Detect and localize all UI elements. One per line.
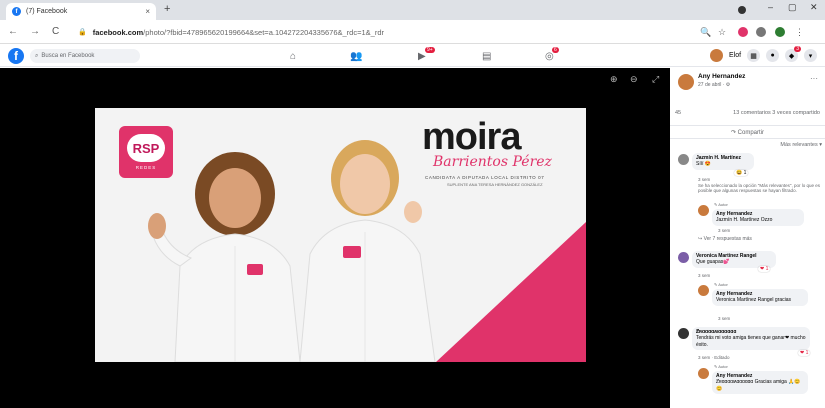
profile-avatar-icon[interactable] [775,27,785,37]
zoom-in-icon[interactable]: ⊕ [610,74,618,85]
author-tag: ✎ Autor [714,202,728,207]
tab-close-icon[interactable]: × [145,7,150,16]
groups-icon[interactable]: ◎ 6 [545,47,559,62]
comments-panel: Any Hernandez 27 de abril · ⚙ ··· 45 13 … [670,68,825,408]
watch-badge: 9+ [425,47,435,53]
reply-bubble: Any Hernandez Jazmín H. Martínez Ozzo [712,209,804,226]
zoom-icon[interactable]: 🔍 [700,27,711,38]
comment-text: Tendrás mi voto amiga tienes que ganar❤ … [696,335,806,348]
post-author-name[interactable]: Any Hernandez [698,73,745,80]
facebook-header: f ⌕ Busca en Facebook ⌂ 👥 ▶ 9+ ▤ ◎ 6 Elof … [0,45,825,67]
reply-meta[interactable]: 3 sem [718,316,730,321]
filter-note: Se ha seleccionado la opción "Más releva… [698,183,821,194]
close-window-button[interactable]: ✕ [810,2,818,13]
minimize-button[interactable]: – [768,2,773,12]
reply-avatar[interactable] [698,368,709,379]
tab-facebook[interactable]: f (7) Facebook × [6,3,156,20]
lock-icon[interactable]: 🔒 [78,28,87,36]
profile-name[interactable]: Elof [729,52,741,59]
reload-button[interactable]: C [52,26,59,37]
reply-text: Ƶʀɑɑɑɑʍɑɑɑɑɑɑ Gracias amiga 🙏😊😊 [716,379,801,392]
facebook-logo-icon[interactable]: f [8,48,24,64]
commenter-avatar[interactable] [678,328,689,339]
comment-reaction[interactable]: ❤ 1 [798,350,811,356]
fullscreen-icon[interactable]: ⤢ [652,74,659,85]
menu-grid-icon[interactable]: ▦ [747,49,761,62]
suplente-line: SUPLENTE ANA TERESA HERNÁNDEZ GONZÁLEZ [447,182,543,187]
comment-meta[interactable]: 3 sem · Editado [698,355,730,360]
share-button[interactable]: ↷ Compartir [670,125,825,139]
reply-avatar[interactable] [698,205,709,216]
zoom-out-icon[interactable]: ⊖ [630,74,638,85]
photo-viewer: ⊕ ⊖ ⤢ RSP REDES moira Barrientos Pérez C… [0,68,670,408]
notifications-badge: 3 [794,46,802,52]
extension-puzzle-icon[interactable] [756,27,766,37]
profile-avatar[interactable] [710,49,723,62]
search-icon: ⌕ [35,52,39,59]
commenter-avatar[interactable] [678,154,689,165]
sort-dropdown[interactable]: Más relevantes ▾ [780,142,822,148]
tab-title: (7) Facebook [26,8,68,15]
author-tag: ✎ Autor [714,282,728,287]
notifications-icon[interactable]: ◆ 3 [785,46,802,62]
url-path: /photo/?fbid=478965620199664&set=a.10427… [143,27,384,37]
comment-reaction[interactable]: ❤ 1 [758,266,771,272]
back-button[interactable]: ← [8,26,18,37]
view-more-replies[interactable]: ↪ Ver 7 respuestas más [698,236,752,242]
reply-meta[interactable]: 3 sem [718,228,730,233]
messenger-icon[interactable]: ● [766,49,780,62]
post-date[interactable]: 27 de abril · ⚙ [698,82,730,88]
url-host: facebook.com [92,27,144,37]
facebook-favicon-icon: f [12,7,21,16]
star-icon[interactable]: ☆ [718,27,726,38]
comment-meta[interactable]: 3 sem [698,177,710,182]
reactions-count[interactable]: 45 [675,110,681,116]
browser-menu-icon[interactable]: ⋮ [795,27,804,38]
comments-shares-count[interactable]: 13 comentarios 3 veces compartido [733,110,820,116]
reply-avatar[interactable] [698,285,709,296]
campaign-photo: RSP REDES moira Barrientos Pérez CANDIDA… [95,108,586,362]
search-placeholder: Busca en Facebook [41,53,95,59]
reply-bubble: Any Hernandez Ƶʀɑɑɑɑʍɑɑɑɑɑɑ Gracias amig… [712,371,808,394]
browser-window: f (7) Facebook × + – ▢ ✕ ← → C 🔒 faceboo… [0,0,825,408]
tab-bar: f (7) Facebook × + – ▢ ✕ [0,0,825,20]
friends-icon[interactable]: 👥 [350,51,362,62]
groups-badge: 6 [552,47,559,53]
marketplace-icon[interactable]: ▤ [482,51,491,62]
home-icon[interactable]: ⌂ [290,51,296,62]
post-stats: 45 13 comentarios 3 veces compartido [670,110,825,122]
new-tab-button[interactable]: + [164,3,170,15]
reply-text: Veronica Martínez Rangel gracias [716,297,792,304]
account-chevron-icon[interactable]: ▾ [804,49,818,62]
candidate-line: CANDIDATA A DIPUTADA LOCAL DISTRITO 07 [425,175,545,180]
commenter-avatar[interactable] [678,252,689,263]
candidate-first-name: moira [422,116,521,158]
comment-bubble: Jazmín H. Martínez Sííí 😍 [692,153,754,170]
post-author-avatar[interactable] [678,74,694,90]
comment-bubble: Ƶʀɑɑɑɑʍɑɑɑɑɑɑ Tendrás mi voto amiga tien… [692,327,810,350]
reply-text: Jazmín H. Martínez Ozzo [716,217,773,224]
forward-button[interactable]: → [30,26,40,37]
comment-reaction[interactable]: 😆 1 [734,170,749,176]
comment-text: Sííí 😍 [696,161,712,168]
maximize-button[interactable]: ▢ [788,2,797,13]
candidate-surname: Barrientos Pérez [433,154,552,170]
reply-bubble: Any Hernandez Veronica Martínez Rangel g… [712,289,808,306]
facebook-search-input[interactable]: ⌕ Busca en Facebook [30,49,140,63]
post-more-icon[interactable]: ··· [810,74,818,83]
url-bar[interactable]: 🔒 facebook.com /photo/?fbid=478965620199… [78,24,678,40]
profile-record-icon[interactable] [738,6,746,14]
watch-icon[interactable]: ▶ 9+ [418,47,435,62]
comment-meta[interactable]: 3 sem [698,273,710,278]
author-tag: ✎ Autor [714,364,728,369]
extension-red-icon[interactable] [738,27,748,37]
comment-text: Que guapas💕 [696,259,730,266]
